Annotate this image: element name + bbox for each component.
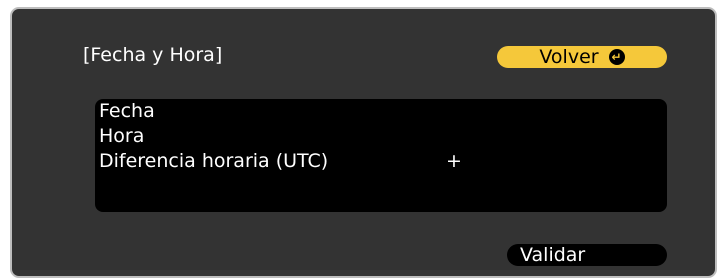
date-time-dialog: [Fecha y Hora] Volver ↵ Fecha Hora Difer…: [10, 7, 717, 278]
menu-item-label: Fecha: [99, 100, 155, 122]
utc-offset-value: +: [446, 150, 462, 172]
menu-item-fecha[interactable]: Fecha: [99, 99, 155, 123]
dialog-title: [Fecha y Hora]: [83, 44, 223, 66]
menu-item-utc-offset[interactable]: Diferencia horaria (UTC) +: [99, 149, 462, 173]
back-button-label: Volver: [539, 46, 599, 68]
menu-item-hora[interactable]: Hora: [99, 124, 144, 148]
back-button[interactable]: Volver ↵: [497, 46, 667, 68]
enter-icon: ↵: [608, 49, 625, 65]
validate-button[interactable]: Validar: [507, 244, 667, 266]
settings-menu-list: Fecha Hora Diferencia horaria (UTC) +: [95, 99, 667, 212]
menu-item-label: Hora: [99, 125, 145, 147]
menu-item-label: Diferencia horaria (UTC): [99, 150, 329, 172]
